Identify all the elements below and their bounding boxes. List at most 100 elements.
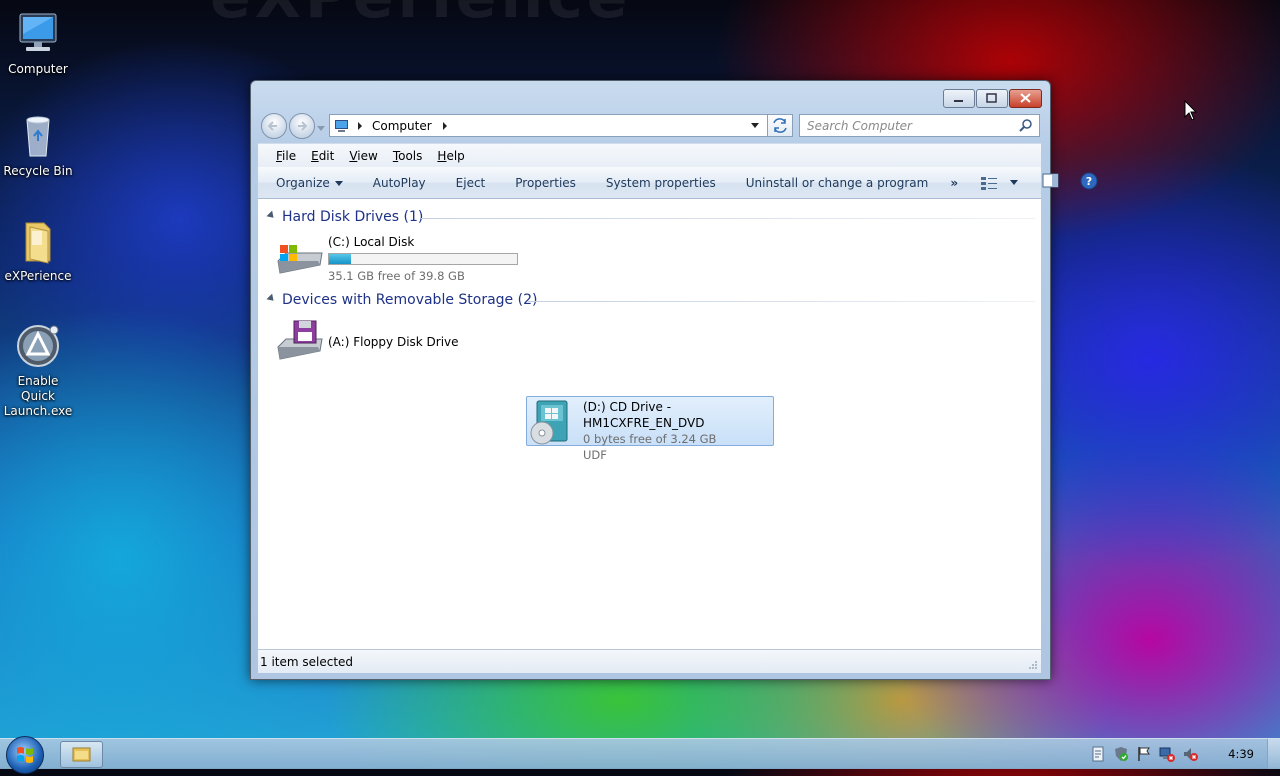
menu-bar: File Edit View Tools Help [258,143,1041,167]
computer-icon [14,10,62,58]
back-button[interactable] [261,113,287,139]
restore-icon [986,93,997,103]
file-list-area: Hard Disk Drives (1) (C:) Local Disk 35.… [258,199,1041,649]
caption-buttons [943,89,1042,108]
desktop-icon-recycle-bin[interactable]: Recycle Bin [0,112,76,179]
collapse-triangle-icon [266,293,277,304]
folder-icon [14,217,62,265]
organize-button[interactable]: Organize [276,176,343,190]
breadcrumb-arrow-icon[interactable] [440,121,450,131]
desktop-icon-computer[interactable]: Computer [0,10,76,77]
resize-grip-icon[interactable] [1028,660,1038,670]
group-title: Devices with Removable Storage (2) [282,292,538,308]
desktop-icon-experience[interactable]: eXPerience [0,217,76,284]
system-tray: 4:39 [1083,739,1280,769]
back-arrow-icon [267,121,277,131]
recycle-bin-icon [14,112,62,160]
help-icon: ? [1080,172,1098,190]
menu-file[interactable]: File [276,149,296,163]
security-shield-icon[interactable] [1113,746,1129,762]
clock[interactable]: 4:39 [1228,747,1254,761]
drive-a-floppy[interactable]: (A:) Floppy Disk Drive [274,319,459,365]
command-bar: Organize AutoPlay Eject Properties Syste… [258,167,1098,199]
menu-view[interactable]: View [349,149,377,163]
autoplay-button[interactable]: AutoPlay [373,176,426,190]
minimize-icon [954,100,963,102]
navigation-row: Computer Search Computer [259,112,1042,139]
desktop-icon-label-line1: Enable Quick [17,374,59,403]
start-button[interactable] [6,736,44,774]
preview-pane-button[interactable] [1042,173,1060,192]
desktop-icon-label-line2: Launch.exe [3,404,73,418]
collapse-triangle-icon [266,210,277,221]
preview-pane-icon [1042,173,1059,188]
action-center-flag-icon[interactable] [1136,746,1152,762]
volume-muted-icon[interactable] [1182,746,1199,762]
system-properties-button[interactable]: System properties [606,176,716,190]
wallpaper-watermark: eXPerience [210,0,631,32]
drive-name: (A:) Floppy Disk Drive [328,335,459,349]
network-error-icon[interactable] [1159,746,1176,762]
close-icon [1020,93,1031,103]
svg-text:?: ? [1086,175,1092,188]
drive-name: (D:) CD Drive - HM1CXFRE_EN_DVD [583,400,705,430]
group-header-hard-disk-drives[interactable]: Hard Disk Drives (1) [266,209,423,225]
drive-free-space: 0 bytes free of 3.24 GB [583,432,717,446]
chevron-down-icon [1010,180,1019,185]
more-commands-button[interactable]: » [950,176,958,190]
hard-drive-icon [274,235,324,281]
help-button[interactable]: ? [1080,172,1098,193]
drive-usage-fill [329,254,352,264]
drive-file-system: UDF [583,448,607,462]
search-box[interactable]: Search Computer [799,114,1040,137]
group-header-removable-storage[interactable]: Devices with Removable Storage (2) [266,292,537,308]
desktop-icon-label: eXPerience [4,269,72,283]
view-options-icon [981,176,998,190]
drive-name: (C:) Local Disk [328,235,415,249]
taskbar-explorer-button[interactable] [60,741,103,768]
properties-button[interactable]: Properties [515,176,576,190]
group-divider [528,301,1035,302]
explorer-folder-icon [72,747,91,762]
drive-c-local-disk[interactable]: (C:) Local Disk 35.1 GB free of 39.8 GB [274,235,518,283]
cd-drive-icon [527,399,579,445]
address-dropdown-icon[interactable] [748,121,762,131]
maximize-button[interactable] [976,89,1008,108]
desktop-icon-label: Computer [8,62,68,76]
chevron-down-icon [317,126,325,131]
address-bar[interactable]: Computer [329,114,793,137]
menu-tools[interactable]: Tools [393,149,423,163]
forward-arrow-icon [298,121,308,131]
floppy-drive-icon [274,319,324,365]
quick-launch-app-icon [14,322,62,370]
menu-edit[interactable]: Edit [311,149,334,163]
refresh-icon [773,118,787,133]
desktop-icon-label: Recycle Bin [3,164,73,178]
mouse-pointer-icon [1184,99,1198,125]
close-button[interactable] [1009,89,1042,108]
eject-button[interactable]: Eject [456,176,486,190]
explorer-window: Computer Search Computer File Edit View … [250,80,1098,680]
computer-small-icon [335,119,348,132]
minimize-button[interactable] [943,89,975,108]
change-view-button[interactable] [980,176,1019,190]
status-text: 1 item selected [260,654,354,669]
breadcrumb-arrow-icon[interactable] [355,121,365,131]
show-desktop-button[interactable] [1267,739,1280,769]
group-divider [421,218,1035,219]
status-bar: 1 item selected [258,649,1041,673]
breadcrumb-computer[interactable]: Computer [372,119,432,133]
refresh-button[interactable] [767,114,793,137]
search-icon[interactable] [1018,118,1034,134]
chevron-down-icon [334,180,343,186]
taskbar: 4:39 [0,736,1280,774]
uninstall-program-button[interactable]: Uninstall or change a program [746,176,929,190]
organize-label: Organize [276,175,330,190]
drive-d-cd[interactable]: (D:) CD Drive - HM1CXFRE_EN_DVD 0 bytes … [526,396,774,462]
drive-free-space: 35.1 GB free of 39.8 GB [328,269,465,283]
menu-help[interactable]: Help [437,149,464,163]
desktop-icon-enable-quick-launch[interactable]: Enable Quick Launch.exe [0,322,76,419]
document-tray-icon[interactable] [1090,746,1106,762]
forward-button[interactable] [289,113,315,139]
recent-pages-dropdown[interactable] [317,121,325,135]
